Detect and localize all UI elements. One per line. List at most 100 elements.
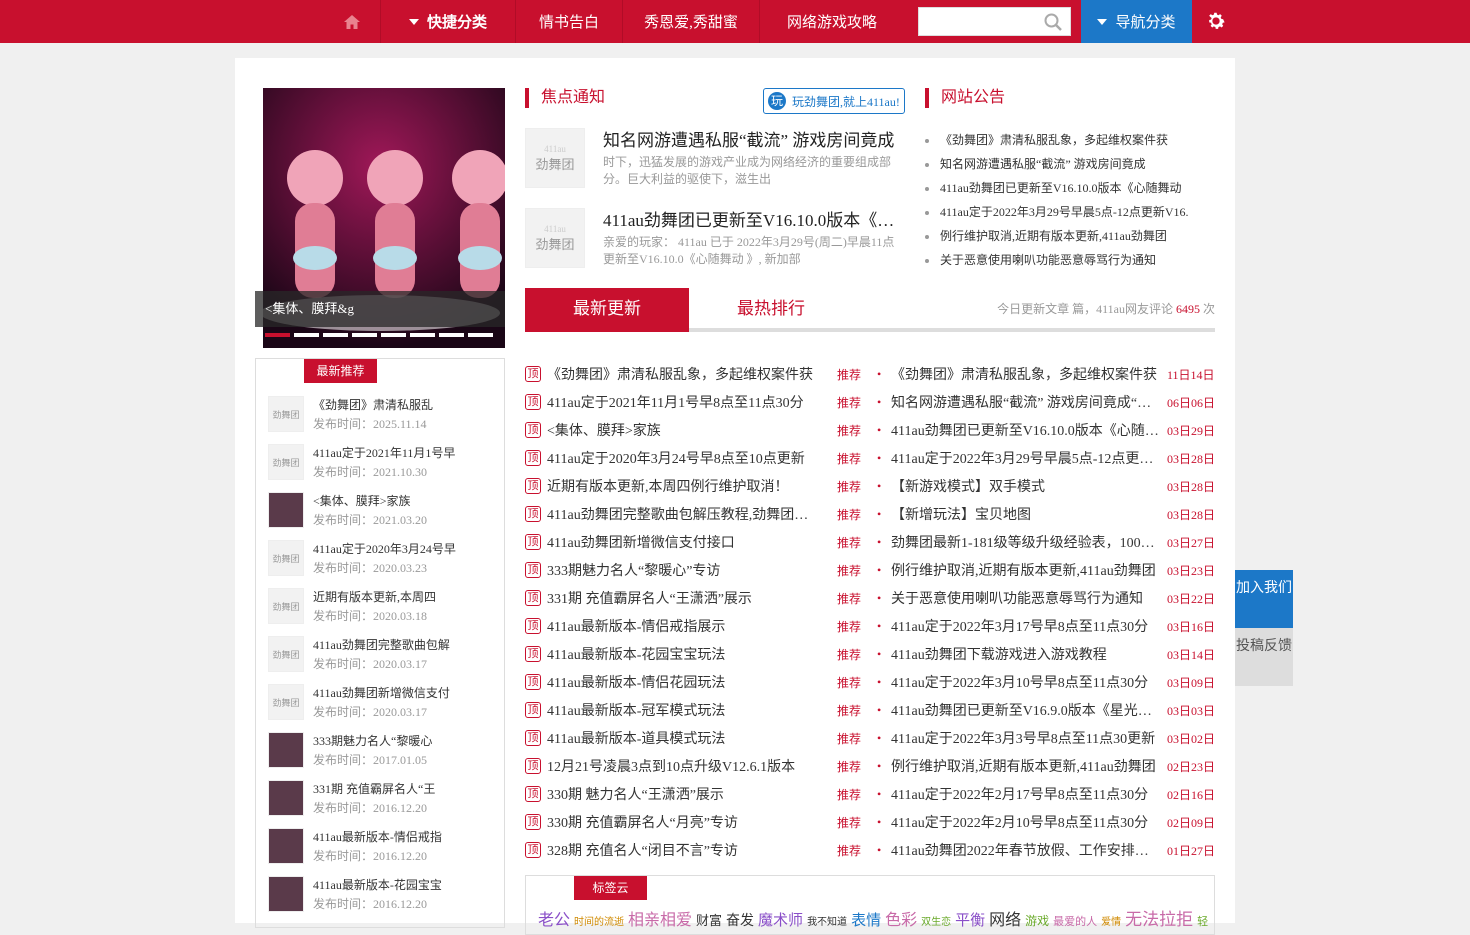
recommend-item[interactable]: 劲舞团 《劲舞团》肃清私服乱 发布时间：2025.11.14 [268, 396, 498, 444]
gear-icon[interactable] [1205, 10, 1227, 32]
recommend-tag[interactable]: 推荐 [837, 814, 877, 831]
recommend-tag[interactable]: 推荐 [837, 702, 877, 719]
article-left-title[interactable]: 331期 充值霸屏名人“王潇洒”展示 [547, 588, 815, 608]
article-right-title[interactable]: 例行维护取消,近期有版本更新,411au劲舞团 [891, 756, 1159, 776]
recommend-item-title[interactable]: 《劲舞团》肃清私服乱 [313, 396, 483, 415]
article-left-title[interactable]: 328期 充值名人“闭目不言”专访 [547, 840, 815, 860]
recommend-tag[interactable]: 推荐 [837, 450, 877, 467]
article-right-title[interactable]: 411au定于2022年2月17号早8点至11点30分 [891, 784, 1159, 804]
recommend-item-title[interactable]: 近期有版本更新,本周四 [313, 588, 483, 607]
tag-link[interactable]: 表情 [851, 913, 881, 929]
recommend-tag[interactable]: 推荐 [837, 394, 877, 411]
recommend-tag[interactable]: 推荐 [837, 674, 877, 691]
recommend-tag[interactable]: 推荐 [837, 478, 877, 495]
article-left-title[interactable]: 411au最新版本-情侣戒指展示 [547, 616, 815, 636]
slider-dot[interactable] [352, 333, 377, 337]
slider-dot[interactable] [265, 333, 290, 337]
recommend-item[interactable]: 333期魅力名人“黎暖心 发布时间：2017.01.05 [268, 732, 498, 780]
notice-item[interactable]: 例行维护取消,近期有版本更新,411au劲舞团 [925, 224, 1205, 248]
article-right-title[interactable]: 《劲舞团》肃清私服乱象，多起维权案件获 [891, 364, 1159, 384]
join-us-button[interactable]: 加入我们 [1235, 570, 1293, 628]
recommend-item-title[interactable]: <集体、膜拜>家族 [313, 492, 483, 511]
article-right-title[interactable]: 411au定于2022年3月17号早8点至11点30分 [891, 616, 1159, 636]
focus-item[interactable]: 411au 劲舞团 411au劲舞团已更新至V16.10.0版本《心随舞动》亲爱的玩… [525, 208, 905, 270]
article-right-title[interactable]: 知名网游遭遇私服“截流” 游戏房间竟成“摇钱树” [891, 392, 1159, 412]
slider-dot[interactable] [323, 333, 348, 337]
focus-item-title[interactable]: 411au劲舞团已更新至V16.10.0版本《心随舞动》 [603, 206, 903, 231]
slider-dot[interactable] [381, 333, 406, 337]
article-left-title[interactable]: <集体、膜拜>家族 [547, 420, 815, 440]
tag-link[interactable]: 老公 [538, 912, 570, 929]
feedback-button[interactable]: 投稿反馈 [1235, 628, 1293, 686]
article-right-title[interactable]: 411au劲舞团2022年春节放假、工作安排通知 [891, 840, 1159, 860]
search-box[interactable] [918, 7, 1071, 36]
article-left-title[interactable]: 近期有版本更新,本周四例行维护取消！ [547, 476, 815, 496]
tag-link[interactable]: 奋发 [726, 914, 754, 929]
tag-link[interactable]: 色彩 [885, 912, 917, 929]
tag-link[interactable]: 平衡 [955, 913, 985, 929]
recommend-item-title[interactable]: 411au定于2020年3月24号早 [313, 540, 483, 559]
article-left-title[interactable]: 411au最新版本-情侣花园玩法 [547, 672, 815, 692]
article-right-title[interactable]: 411au定于2022年2月10号早8点至11点30分 [891, 812, 1159, 832]
article-right-title[interactable]: 【新游戏模式】双手模式 [891, 476, 1159, 496]
recommend-item-title[interactable]: 411au定于2021年11月1号早 [313, 444, 483, 463]
article-right-title[interactable]: 411au定于2022年3月29号早晨5点-12点更新V16 [891, 448, 1159, 468]
article-left-title[interactable]: 411au定于2021年11月1号早8点至11点30分 [547, 392, 815, 412]
notice-item[interactable]: 知名网游遭遇私服“截流” 游戏房间竟成 [925, 152, 1205, 176]
recommend-tag[interactable]: 推荐 [837, 786, 877, 803]
recommend-item-title[interactable]: 411au劲舞团完整歌曲包解 [313, 636, 483, 655]
recommend-item-title[interactable]: 411au最新版本-情侣戒指 [313, 828, 483, 847]
tag-link[interactable]: 游戏 [1025, 914, 1049, 928]
recommend-item[interactable]: 劲舞团 近期有版本更新,本周四 发布时间：2020.03.18 [268, 588, 498, 636]
notice-item[interactable]: 411au定于2022年3月29号早晨5点-12点更新V16. [925, 200, 1205, 224]
recommend-item[interactable]: <集体、膜拜>家族 发布时间：2021.03.20 [268, 492, 498, 540]
recommend-item[interactable]: 劲舞团 411au劲舞团完整歌曲包解 发布时间：2020.03.17 [268, 636, 498, 684]
tag-link[interactable]: 无法拉拒 [1125, 910, 1193, 929]
nav-item-show-love[interactable]: 秀恩爱,秀甜蜜 [623, 0, 760, 43]
recommend-tag[interactable]: 推荐 [837, 534, 877, 551]
article-right-title[interactable]: 劲舞团最新1-181级等级升级经验表，100-181 [891, 532, 1159, 552]
article-right-title[interactable]: 411au定于2022年3月3号早8点至11点30更新 [891, 728, 1159, 748]
recommend-tag[interactable]: 推荐 [837, 618, 877, 635]
recommend-item[interactable]: 劲舞团 411au定于2020年3月24号早 发布时间：2020.03.23 [268, 540, 498, 588]
nav-item-game-guides[interactable]: 网络游戏攻略 [760, 0, 904, 43]
notice-item[interactable]: 关于恶意使用喇叭功能恶意辱骂行为通知 [925, 248, 1205, 272]
recommend-item[interactable]: 劲舞团 411au定于2021年11月1号早 发布时间：2021.10.30 [268, 444, 498, 492]
recommend-tag[interactable]: 推荐 [837, 562, 877, 579]
article-left-title[interactable]: 333期魅力名人“黎暖心”专访 [547, 560, 815, 580]
promo-badge[interactable]: 玩玩劲舞团,就上411au! [763, 88, 905, 114]
recommend-tag[interactable]: 推荐 [837, 646, 877, 663]
recommend-tag[interactable]: 推荐 [837, 730, 877, 747]
tab-latest[interactable]: 最新更新 [525, 288, 689, 332]
home-button[interactable] [323, 0, 381, 43]
slider-caption[interactable]: <集体、膜拜&g [255, 291, 505, 327]
recommend-item-title[interactable]: 411au劲舞团新增微信支付 [313, 684, 483, 703]
slider-dot[interactable] [468, 333, 493, 337]
notice-item[interactable]: 411au劲舞团已更新至V16.10.0版本《心随舞动 [925, 176, 1205, 200]
recommend-tag[interactable]: 推荐 [837, 842, 877, 859]
article-left-title[interactable]: 330期 魅力名人“王潇洒”展示 [547, 784, 815, 804]
quick-category-menu[interactable]: 快捷分类 [381, 0, 516, 43]
slider-dot[interactable] [410, 333, 435, 337]
tab-hot[interactable]: 最热排行 [689, 288, 853, 332]
recommend-tag[interactable]: 推荐 [837, 422, 877, 439]
article-right-title[interactable]: 【新增玩法】宝贝地图 [891, 504, 1159, 524]
slider-dot[interactable] [439, 333, 464, 337]
recommend-tag[interactable]: 推荐 [837, 590, 877, 607]
article-right-title[interactable]: 411au劲舞团已更新至V16.9.0版本《星光闪耀》 [891, 700, 1159, 720]
article-right-title[interactable]: 411au劲舞团已更新至V16.10.0版本《心随舞动》 [891, 420, 1159, 440]
recommend-item[interactable]: 411au最新版本-花园宝宝 发布时间：2016.12.20 [268, 876, 498, 924]
article-left-title[interactable]: 411au最新版本-道具模式玩法 [547, 728, 815, 748]
notice-item[interactable]: 《劲舞团》肃清私服乱象，多起维权案件获 [925, 128, 1205, 152]
recommend-item-title[interactable]: 411au最新版本-花园宝宝 [313, 876, 483, 895]
article-right-title[interactable]: 例行维护取消,近期有版本更新,411au劲舞团 [891, 560, 1159, 580]
tag-link[interactable]: 轻 [1197, 916, 1208, 928]
focus-item-title[interactable]: 知名网游遭遇私服“截流” 游戏房间竟成 [603, 126, 903, 151]
tag-link[interactable]: 最爱的人 [1053, 916, 1097, 928]
article-left-title[interactable]: 12月21号凌晨3点到10点升级V12.6.1版本 [547, 756, 815, 776]
tag-link[interactable]: 魔术师 [758, 913, 803, 929]
article-left-title[interactable]: 411au劲舞团新增微信支付接口 [547, 532, 815, 552]
recommend-item[interactable]: 劲舞团 411au劲舞团新增微信支付 发布时间：2020.03.17 [268, 684, 498, 732]
tag-link[interactable]: 网络 [989, 912, 1021, 929]
recommend-tag[interactable]: 推荐 [837, 366, 877, 383]
